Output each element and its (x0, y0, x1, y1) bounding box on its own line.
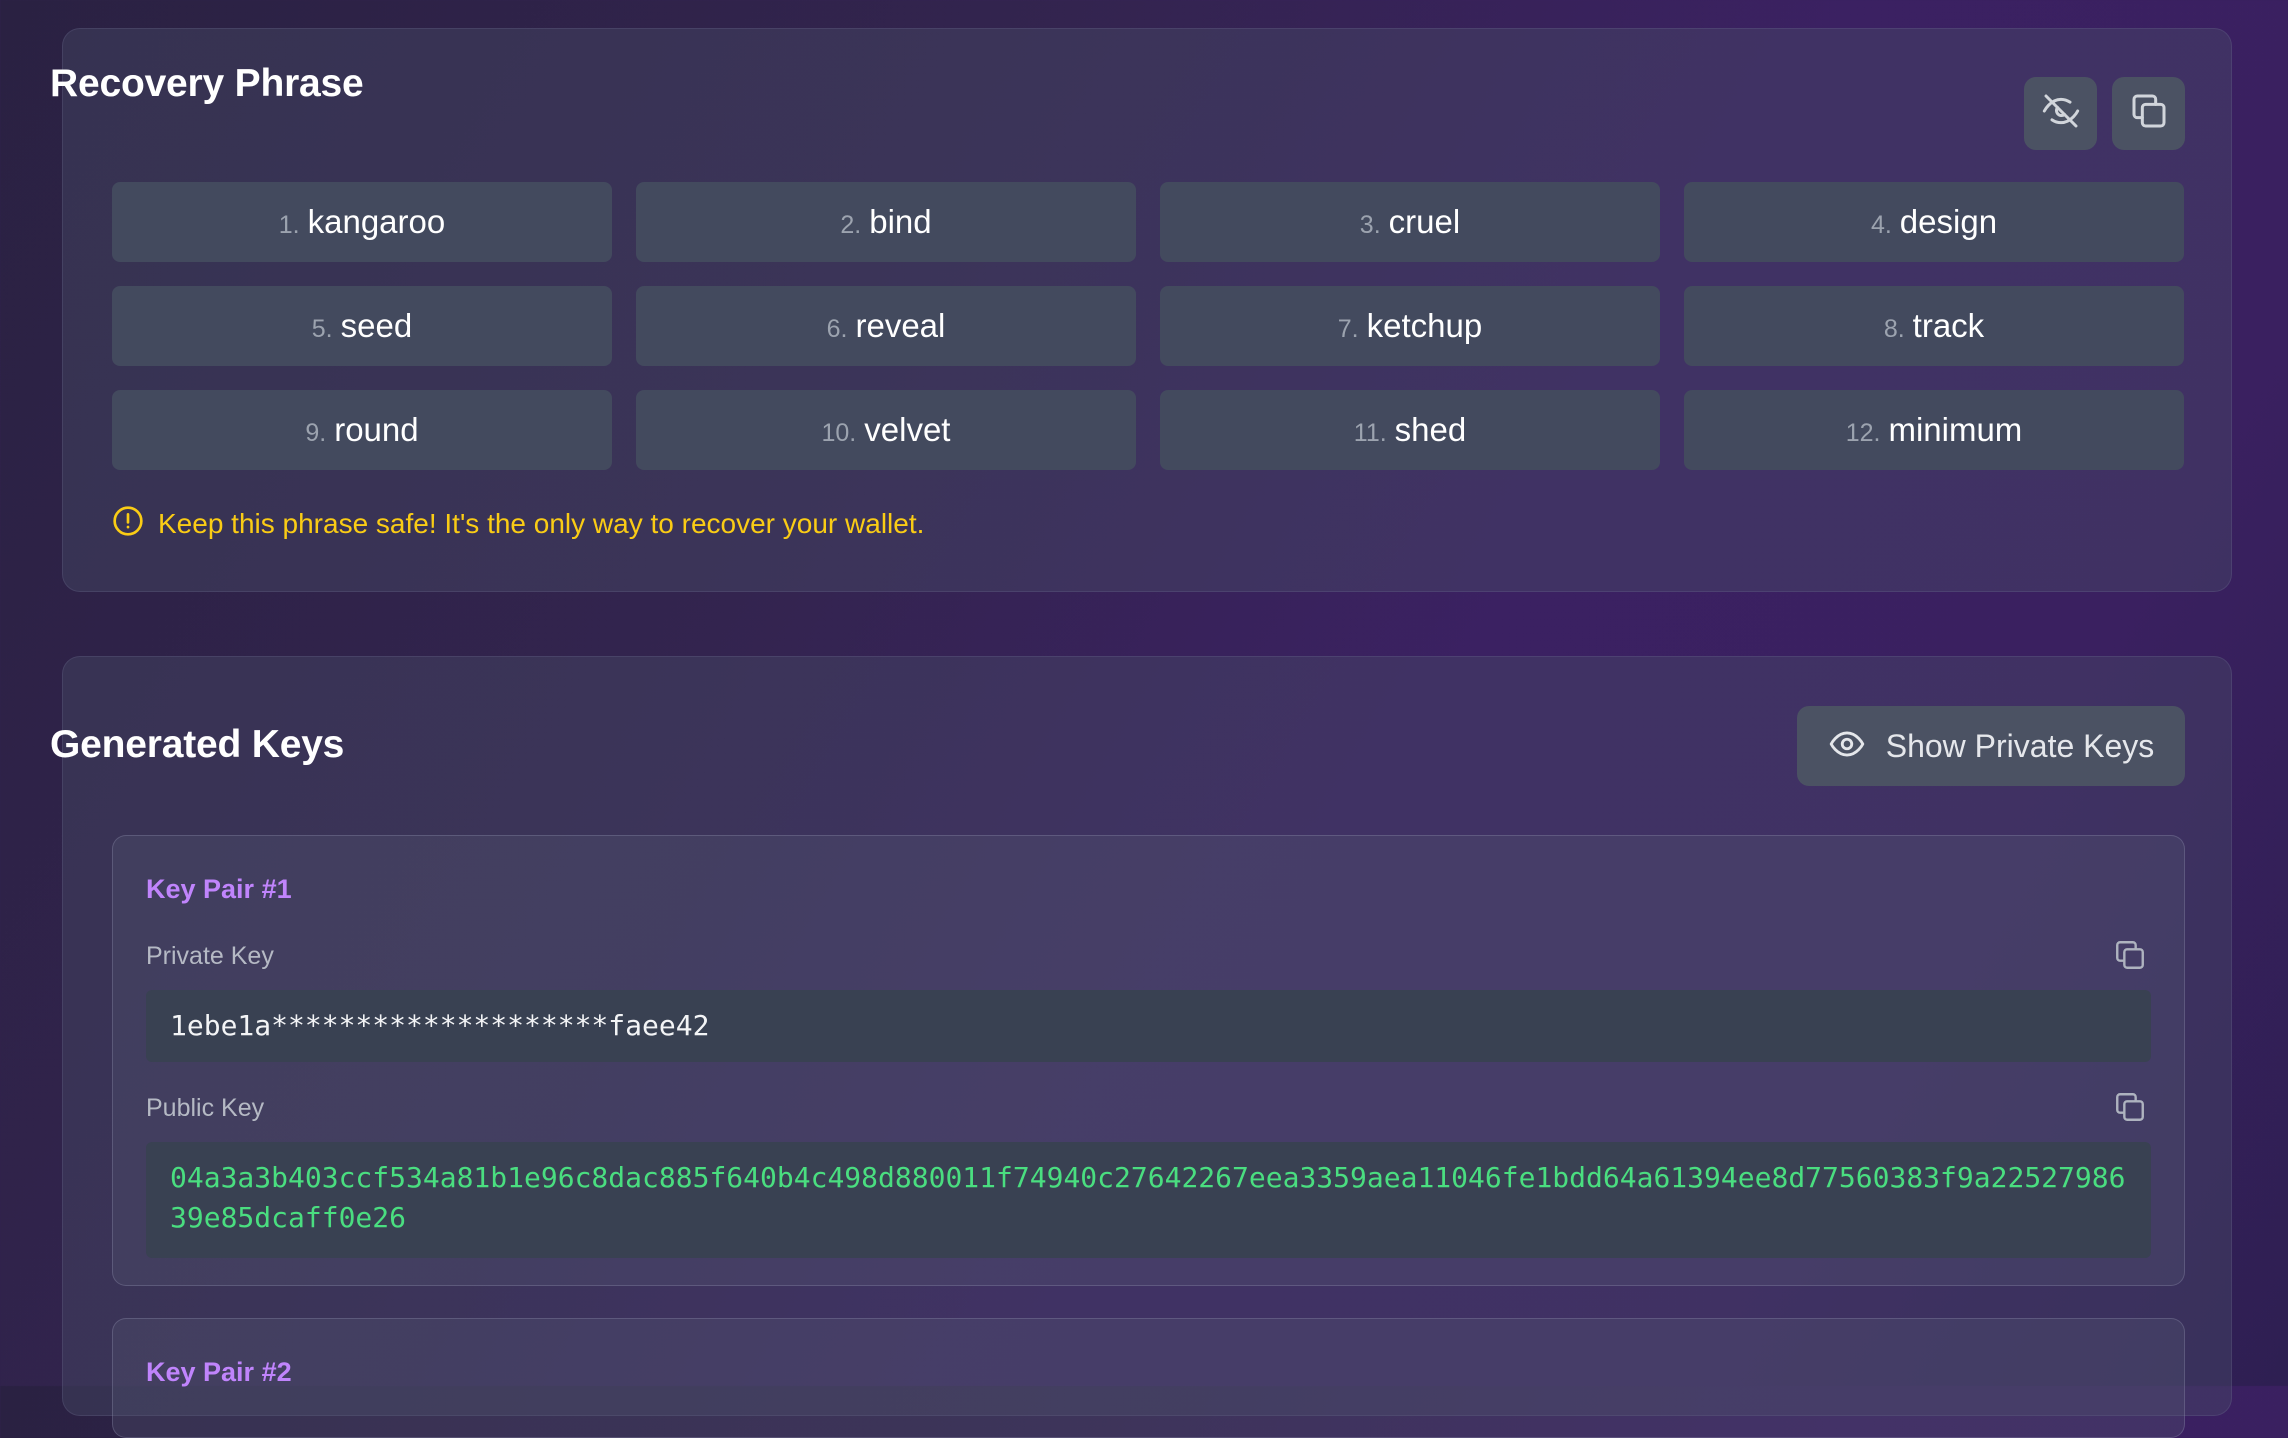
word-number: 9. (305, 418, 327, 447)
eye-off-icon (2041, 91, 2081, 136)
key-pair-card: Key Pair #2 (112, 1318, 2185, 1438)
word-number: 3. (1359, 210, 1381, 239)
private-key-value[interactable]: 1ebe1a********************faee42 (146, 990, 2151, 1062)
recovery-word: 6. reveal (636, 286, 1136, 366)
word-text: reveal (855, 307, 946, 344)
word-number: 1. (278, 210, 300, 239)
recovery-phrase-title: Recovery Phrase (50, 62, 364, 105)
word-text: shed (1394, 411, 1467, 448)
recovery-word-grid: 1. kangaroo 2. bind 3. cruel 4. design 5. see… (112, 182, 2185, 470)
word-number: 8. (1883, 314, 1905, 343)
key-pair-title: Key Pair #2 (146, 1357, 292, 1387)
word-text: bind (869, 203, 932, 240)
copy-phrase-button[interactable] (2112, 77, 2185, 150)
recovery-word: 5. seed (112, 286, 612, 366)
alert-circle-icon (112, 505, 144, 542)
word-text: round (334, 411, 419, 448)
public-key-label: Public Key (146, 1094, 265, 1122)
copy-public-key-button[interactable] (2113, 1090, 2149, 1126)
word-text: design (1899, 203, 1998, 240)
public-key-value[interactable]: 04a3a3b403ccf534a81b1e96c8dac885f640b4c4… (146, 1142, 2151, 1258)
copy-icon (2113, 1093, 2147, 1128)
word-text: seed (340, 307, 413, 344)
recovery-word: 11. shed (1160, 390, 1660, 470)
copy-icon (2129, 91, 2169, 136)
recovery-word: 4. design (1684, 182, 2184, 262)
copy-private-key-button[interactable] (2113, 938, 2149, 974)
eye-icon (1828, 725, 1866, 768)
show-private-keys-button[interactable]: Show Private Keys (1797, 706, 2185, 786)
recovery-word: 12. minimum (1684, 390, 2184, 470)
recovery-word: 10. velvet (636, 390, 1136, 470)
word-number: 6. (826, 314, 848, 343)
copy-icon (2113, 941, 2147, 976)
word-number: 7. (1337, 314, 1359, 343)
private-key-label: Private Key (146, 942, 274, 970)
word-number: 5. (311, 314, 333, 343)
recovery-word: 9. round (112, 390, 612, 470)
recovery-word: 3. cruel (1160, 182, 1660, 262)
word-number: 2. (840, 210, 862, 239)
key-pair-title: Key Pair #1 (146, 874, 292, 904)
word-number: 11. (1353, 418, 1387, 447)
key-pair-card: Key Pair #1 Private Key 1ebe1a**********… (112, 835, 2185, 1286)
word-number: 4. (1870, 210, 1892, 239)
word-text: ketchup (1366, 307, 1483, 344)
word-text: velvet (864, 411, 951, 448)
word-text: track (1912, 307, 1985, 344)
word-text: minimum (1888, 411, 2023, 448)
recovery-word: 1. kangaroo (112, 182, 612, 262)
recovery-word: 2. bind (636, 182, 1136, 262)
warning-text: Keep this phrase safe! It's the only way… (158, 507, 925, 539)
word-number: 10. (821, 418, 857, 447)
show-private-keys-label: Show Private Keys (1885, 727, 2155, 764)
recovery-word: 7. ketchup (1160, 286, 1660, 366)
word-number: 12. (1845, 418, 1881, 447)
recovery-warning: Keep this phrase safe! It's the only way… (112, 505, 924, 542)
word-text: kangaroo (307, 203, 446, 240)
generated-keys-title: Generated Keys (50, 723, 345, 766)
recovery-word: 8. track (1684, 286, 2184, 366)
word-text: cruel (1388, 203, 1461, 240)
hide-phrase-button[interactable] (2024, 77, 2097, 150)
